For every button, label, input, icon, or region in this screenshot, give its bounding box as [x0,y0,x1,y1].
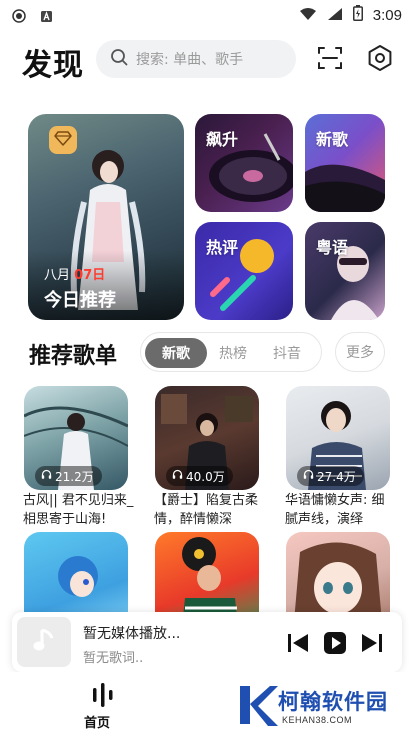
sim-icon [40,8,53,27]
search-icon [110,48,128,70]
headphones-icon [303,469,314,483]
play-button[interactable] [323,631,347,655]
play-count: 21.2万 [35,466,102,486]
tile-soar-chart[interactable]: 飙升 [195,114,293,212]
play-count-value: 40.0万 [186,469,225,484]
play-count: 40.0万 [166,466,233,486]
player-title: 暂无媒体播放... [83,626,181,642]
scan-icon [316,47,344,76]
header: 发现 搜索: 单曲、歌手 [0,36,414,83]
tile-hot-label: 热评 [206,238,239,257]
tab-douyin[interactable]: 抖音 [261,338,313,368]
watermark-logo: 柯翰软件园 KEHAN38.COM [234,684,404,730]
daily-recommend-label: 今日推荐 [44,290,116,311]
previous-icon [286,634,310,659]
playlist-card-1[interactable]: 21.2万 [24,386,128,490]
player-cover [17,617,71,667]
diamond-badge [49,126,77,154]
tile-soar-label: 飙升 [206,130,239,149]
watermark-url: KEHAN38.COM [282,715,353,725]
playlist-title-3[interactable]: 华语慵懒女声: 细腻声线，演绎 [285,491,397,529]
wifi-icon [299,6,317,25]
waveform-icon [88,683,118,712]
nav-home[interactable] [88,682,118,712]
playlist-card-2[interactable]: 40.0万 [155,386,259,490]
next-icon [360,634,384,659]
mini-player[interactable]: 暂无媒体播放... 暂无歌词.. [12,612,402,672]
previous-button[interactable] [286,631,310,655]
nav-home-label[interactable]: 首页 [84,712,110,731]
tile-cantonese-label: 粤语 [316,238,349,257]
playlist-card-3[interactable]: 27.4万 [286,386,390,490]
music-note-icon [32,626,56,658]
search-placeholder: 搜索: 单曲、歌手 [136,52,244,68]
play-count: 27.4万 [297,466,364,486]
playlist-title-1[interactable]: 古风|| 君不见归来_相思寄于山海! [23,491,135,529]
page-title: 发现 [22,48,84,83]
tile-hot-comments[interactable]: 热评 [195,222,293,320]
playlist-title-2[interactable]: 【爵士】陷复古柔情，醉情懒深 [154,491,266,529]
playlist-tabs: 新歌 热榜 抖音 [140,332,322,372]
play-icon [323,632,347,659]
play-count-value: 21.2万 [55,469,94,484]
tile-new-songs[interactable]: 新歌 [305,114,385,212]
scan-button[interactable] [316,44,344,72]
tab-new[interactable]: 新歌 [145,338,207,368]
player-lyrics: 暂无歌词.. [83,651,144,666]
search-input[interactable]: 搜索: 单曲、歌手 [96,40,296,78]
next-button[interactable] [360,631,384,655]
daily-month: 八月 [44,268,71,283]
settings-icon [366,45,394,76]
signal-icon [327,6,343,25]
play-count-value: 27.4万 [317,469,356,484]
headphones-icon [172,469,183,483]
tile-cantonese[interactable]: 粤语 [305,222,385,320]
record-icon [12,8,26,27]
bottom-nav: 首页 柯翰软件园 KEHAN38.COM [0,672,414,736]
playlist-section-header: 推荐歌单 新歌 热榜 抖音 更多 [0,332,414,372]
watermark-text: 柯翰软件园 [278,690,388,714]
status-time: 3:09 [372,6,402,24]
diamond-icon [54,129,72,151]
section-title: 推荐歌单 [29,344,118,369]
daily-recommend-card[interactable]: 八月 07日 今日推荐 [28,114,184,320]
battery-icon [352,5,363,25]
headphones-icon [41,469,52,483]
status-bar: 3:09 [0,0,414,30]
k-logo-icon [240,686,278,726]
daily-day: 07日 [74,268,106,283]
tile-new-label: 新歌 [316,130,349,149]
tab-hot-rank[interactable]: 热榜 [207,338,259,368]
settings-button[interactable] [366,44,394,72]
more-button[interactable]: 更多 [335,332,385,372]
daily-date: 八月 07日 [44,264,105,283]
